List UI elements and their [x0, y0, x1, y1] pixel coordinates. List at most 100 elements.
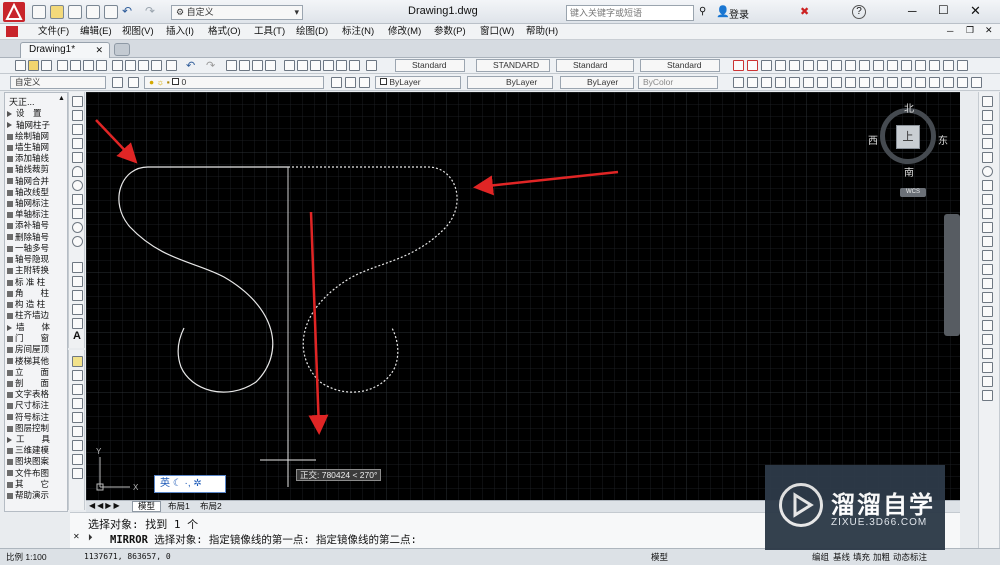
right-tool-3-icon[interactable]	[982, 124, 993, 135]
panel-item[interactable]: 门 窗	[7, 333, 49, 343]
document-tab[interactable]: Drawing1* ✕	[20, 42, 110, 58]
pan-icon[interactable]	[226, 60, 237, 71]
baseline-icon[interactable]	[859, 77, 870, 88]
panel-item[interactable]: 帮助演示	[7, 490, 49, 500]
panel-item[interactable]: 文字表格	[7, 389, 49, 399]
perpendicular-icon[interactable]	[873, 60, 884, 71]
dim-arc-icon[interactable]	[761, 77, 772, 88]
line-icon[interactable]	[72, 96, 83, 107]
redo-icon[interactable]: ↷	[206, 59, 215, 72]
right-tool-13-icon[interactable]	[982, 264, 993, 275]
panel-item[interactable]: 轴号隐现	[7, 254, 49, 264]
compass-north[interactable]: 北	[904, 100, 914, 115]
layer-previous-icon[interactable]	[345, 77, 356, 88]
tab-layout2[interactable]: 布局2	[196, 501, 226, 512]
panel-item[interactable]: 标 准 柱	[7, 277, 45, 287]
osnap-settings-icon[interactable]	[957, 60, 968, 71]
zoom-realtime-icon[interactable]	[239, 60, 250, 71]
construction-line-icon[interactable]	[72, 110, 83, 121]
linetype-select[interactable]: ByLayer	[467, 76, 553, 89]
dim-diameter-icon[interactable]	[817, 77, 828, 88]
panel-item[interactable]: 构 造 柱	[7, 299, 45, 309]
menu-modify[interactable]: 修改(M)	[388, 25, 421, 38]
minimize-button[interactable]: ─	[908, 4, 917, 18]
lineweight-select[interactable]: ByLayer	[560, 76, 634, 89]
navigation-bar[interactable]	[944, 214, 960, 336]
panel-item[interactable]: 角 柱	[7, 288, 49, 298]
region-icon[interactable]	[72, 304, 83, 315]
right-tool-21-icon[interactable]	[982, 376, 993, 387]
tab-model[interactable]: 模型	[132, 501, 162, 512]
scale-icon[interactable]	[72, 454, 83, 465]
design-center-icon[interactable]	[297, 60, 308, 71]
workspace-select[interactable]: ⚙ 自定义 ▾	[171, 5, 303, 20]
dim-aligned-icon[interactable]	[747, 77, 758, 88]
paste-icon[interactable]	[138, 60, 149, 71]
right-tool-4-icon[interactable]	[982, 138, 993, 149]
properties-icon[interactable]	[284, 60, 295, 71]
layer-states-icon[interactable]	[359, 77, 370, 88]
ime-toolbar[interactable]: 英 ☾ ·, ✲	[154, 475, 226, 493]
center-mark-icon[interactable]	[929, 77, 940, 88]
menu-params[interactable]: 参数(P)	[434, 25, 466, 38]
offset-icon[interactable]	[72, 398, 83, 409]
dim-edit-icon[interactable]	[957, 77, 968, 88]
dim-ordinate-icon[interactable]	[775, 77, 786, 88]
quickcalc-icon[interactable]	[349, 60, 360, 71]
inspect-icon[interactable]	[943, 77, 954, 88]
user-icon[interactable]: 👤	[716, 5, 730, 18]
panel-item[interactable]: 柱齐墙边	[7, 310, 49, 320]
dim-update-icon[interactable]	[971, 77, 982, 88]
ucs-menu[interactable]: WCS	[900, 188, 926, 197]
panel-item[interactable]: 设 置	[7, 108, 42, 118]
redo-icon[interactable]: ↷	[145, 4, 155, 18]
panel-item[interactable]: 墙生轴网	[7, 142, 49, 152]
make-current-icon[interactable]	[331, 77, 342, 88]
panel-item[interactable]: 主附转换	[7, 265, 49, 275]
panel-item[interactable]: 一轴多号	[7, 243, 49, 253]
right-tool-18-icon[interactable]	[982, 334, 993, 345]
new-icon[interactable]	[15, 60, 26, 71]
right-tool-16-icon[interactable]	[982, 306, 993, 317]
panel-item[interactable]: 轴网合并	[7, 176, 49, 186]
dim-jogged-icon[interactable]	[803, 77, 814, 88]
save-as-icon[interactable]	[86, 5, 100, 19]
right-tool-14-icon[interactable]	[982, 278, 993, 289]
viewcube-top-face[interactable]: 上	[896, 125, 920, 149]
node-icon[interactable]	[915, 60, 926, 71]
app-logo-icon[interactable]	[3, 2, 25, 22]
status-dynamic-dim[interactable]: 动态标注	[893, 551, 927, 563]
dim-space-icon[interactable]	[887, 77, 898, 88]
right-tool-22-icon[interactable]	[982, 390, 993, 401]
model-space-button[interactable]: 模型	[651, 551, 668, 563]
tab-layout1[interactable]: 布局1	[164, 501, 194, 512]
workspace-select-2[interactable]: 自定义	[10, 76, 106, 89]
sheet-set-icon[interactable]	[323, 60, 334, 71]
panel-item[interactable]: 单轴标注	[7, 209, 49, 219]
midpoint-icon[interactable]	[775, 60, 786, 71]
text-style-select[interactable]: Standard	[395, 59, 465, 72]
drawing-canvas[interactable]: Y X 正交: 780424 < 270° 英 ☾ ·, ✲ 上 北 南 东 西…	[86, 92, 960, 500]
panel-item[interactable]: 符号标注	[7, 412, 49, 422]
panel-item[interactable]: 文件布图	[7, 468, 49, 478]
menu-help[interactable]: 帮助(H)	[526, 25, 558, 38]
menu-format[interactable]: 格式(O)	[208, 25, 241, 38]
layer-properties-icon[interactable]	[128, 77, 139, 88]
menu-restore-icon[interactable]: ❐	[966, 25, 974, 36]
polyline-icon[interactable]	[72, 124, 83, 135]
panel-item[interactable]: 轴线裁剪	[7, 164, 49, 174]
rotate-icon[interactable]	[72, 440, 83, 451]
panel-item[interactable]: 轴网标注	[7, 198, 49, 208]
panel-item[interactable]: 图层控制	[7, 423, 49, 433]
revcloud-icon[interactable]	[72, 194, 83, 205]
dim-angular-icon[interactable]	[831, 77, 842, 88]
open-icon[interactable]	[28, 60, 39, 71]
right-tool-2-icon[interactable]	[982, 110, 993, 121]
color-select[interactable]: ByLayer	[375, 76, 461, 89]
tangent-icon[interactable]	[859, 60, 870, 71]
continue-icon[interactable]	[873, 77, 884, 88]
plotstyle-select[interactable]: ByColor	[638, 76, 718, 89]
properties-palette-icon[interactable]	[982, 96, 993, 107]
dim-style-select[interactable]: STANDARD	[476, 59, 550, 72]
menu-dimension[interactable]: 标注(N)	[342, 25, 374, 38]
